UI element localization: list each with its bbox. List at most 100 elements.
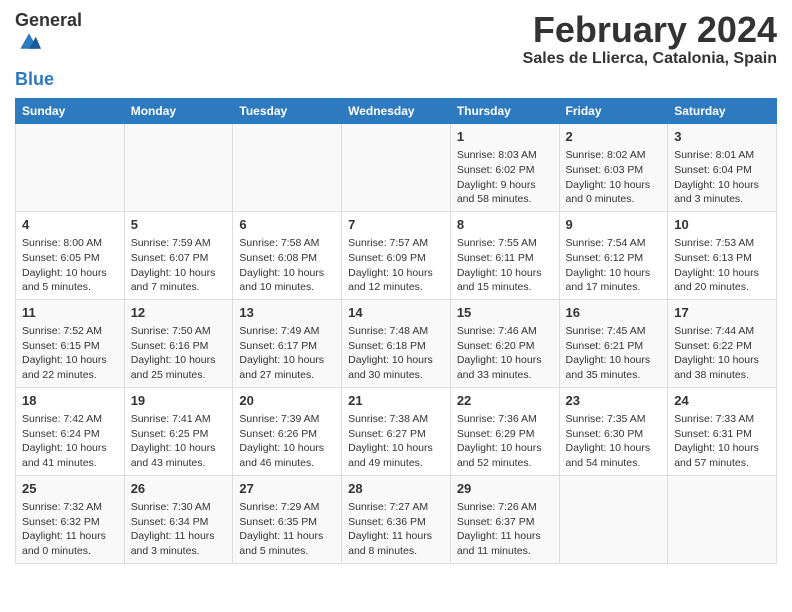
day-number: 16	[566, 304, 662, 322]
calendar-cell	[124, 124, 233, 212]
day-number: 15	[457, 304, 553, 322]
day-number: 9	[566, 216, 662, 234]
day-number: 21	[348, 392, 444, 410]
day-info: Sunrise: 7:33 AM Sunset: 6:31 PM Dayligh…	[674, 412, 770, 471]
calendar-cell: 5 Sunrise: 7:59 AM Sunset: 6:07 PM Daylig…	[124, 211, 233, 299]
day-number: 3	[674, 128, 770, 146]
calendar-cell: 17 Sunrise: 7:44 AM Sunset: 6:22 PM Dayli…	[668, 299, 777, 387]
day-number: 23	[566, 392, 662, 410]
day-info: Sunrise: 7:49 AM Sunset: 6:17 PM Dayligh…	[239, 324, 335, 383]
column-header-saturday: Saturday	[668, 99, 777, 124]
day-number: 11	[22, 304, 118, 322]
subtitle: Sales de Llierca, Catalonia, Spain	[523, 50, 777, 68]
day-info: Sunrise: 7:27 AM Sunset: 6:36 PM Dayligh…	[348, 500, 444, 559]
day-info: Sunrise: 7:36 AM Sunset: 6:29 PM Dayligh…	[457, 412, 553, 471]
day-number: 6	[239, 216, 335, 234]
day-number: 19	[131, 392, 227, 410]
day-number: 20	[239, 392, 335, 410]
calendar-cell	[233, 124, 342, 212]
calendar-cell: 1 Sunrise: 8:03 AM Sunset: 6:02 PM Daylig…	[450, 124, 559, 212]
day-number: 2	[566, 128, 662, 146]
day-number: 17	[674, 304, 770, 322]
day-info: Sunrise: 7:45 AM Sunset: 6:21 PM Dayligh…	[566, 324, 662, 383]
calendar-cell	[16, 124, 125, 212]
calendar-cell: 26 Sunrise: 7:30 AM Sunset: 6:34 PM Dayli…	[124, 475, 233, 563]
day-number: 10	[674, 216, 770, 234]
calendar-cell: 10Sunrise: 7:53 AM Sunset: 6:13 PM Dayli…	[668, 211, 777, 299]
page-header: General Blue February 2024 Sales de Llie…	[15, 10, 777, 90]
column-header-tuesday: Tuesday	[233, 99, 342, 124]
column-header-wednesday: Wednesday	[342, 99, 451, 124]
day-number: 25	[22, 480, 118, 498]
day-info: Sunrise: 7:57 AM Sunset: 6:09 PM Dayligh…	[348, 236, 444, 295]
day-number: 13	[239, 304, 335, 322]
day-info: Sunrise: 7:54 AM Sunset: 6:12 PM Dayligh…	[566, 236, 662, 295]
calendar-week-row: 18Sunrise: 7:42 AM Sunset: 6:24 PM Dayli…	[16, 387, 777, 475]
calendar-cell: 20 Sunrise: 7:39 AM Sunset: 6:26 PM Dayli…	[233, 387, 342, 475]
calendar-week-row: 11 Sunrise: 7:52 AM Sunset: 6:15 PM Dayli…	[16, 299, 777, 387]
calendar-cell: 15Sunrise: 7:46 AM Sunset: 6:20 PM Dayli…	[450, 299, 559, 387]
day-number: 4	[22, 216, 118, 234]
day-info: Sunrise: 7:52 AM Sunset: 6:15 PM Dayligh…	[22, 324, 118, 383]
day-number: 29	[457, 480, 553, 498]
calendar-cell: 9 Sunrise: 7:54 AM Sunset: 6:12 PM Daylig…	[559, 211, 668, 299]
calendar-cell: 19Sunrise: 7:41 AM Sunset: 6:25 PM Dayli…	[124, 387, 233, 475]
calendar-cell: 23 Sunrise: 7:35 AM Sunset: 6:30 PM Dayli…	[559, 387, 668, 475]
calendar-cell: 12Sunrise: 7:50 AM Sunset: 6:16 PM Dayli…	[124, 299, 233, 387]
day-info: Sunrise: 7:32 AM Sunset: 6:32 PM Dayligh…	[22, 500, 118, 559]
day-number: 27	[239, 480, 335, 498]
day-number: 5	[131, 216, 227, 234]
calendar-cell: 24Sunrise: 7:33 AM Sunset: 6:31 PM Dayli…	[668, 387, 777, 475]
day-info: Sunrise: 7:59 AM Sunset: 6:07 PM Dayligh…	[131, 236, 227, 295]
day-number: 7	[348, 216, 444, 234]
calendar-week-row: 25 Sunrise: 7:32 AM Sunset: 6:32 PM Dayli…	[16, 475, 777, 563]
calendar-cell: 11 Sunrise: 7:52 AM Sunset: 6:15 PM Dayli…	[16, 299, 125, 387]
day-number: 14	[348, 304, 444, 322]
calendar-header-row: SundayMondayTuesdayWednesdayThursdayFrid…	[16, 99, 777, 124]
day-info: Sunrise: 8:00 AM Sunset: 6:05 PM Dayligh…	[22, 236, 118, 295]
calendar-week-row: 4 Sunrise: 8:00 AM Sunset: 6:05 PM Daylig…	[16, 211, 777, 299]
calendar-cell: 3 Sunrise: 8:01 AM Sunset: 6:04 PM Daylig…	[668, 124, 777, 212]
column-header-friday: Friday	[559, 99, 668, 124]
calendar-cell: 21 Sunrise: 7:38 AM Sunset: 6:27 PM Dayli…	[342, 387, 451, 475]
day-info: Sunrise: 7:39 AM Sunset: 6:26 PM Dayligh…	[239, 412, 335, 471]
day-number: 22	[457, 392, 553, 410]
calendar-cell: 6 Sunrise: 7:58 AM Sunset: 6:08 PM Daylig…	[233, 211, 342, 299]
day-number: 28	[348, 480, 444, 498]
logo-blue: Blue	[15, 69, 54, 90]
calendar-cell: 25 Sunrise: 7:32 AM Sunset: 6:32 PM Dayli…	[16, 475, 125, 563]
day-number: 12	[131, 304, 227, 322]
day-info: Sunrise: 7:38 AM Sunset: 6:27 PM Dayligh…	[348, 412, 444, 471]
calendar-cell: 8 Sunrise: 7:55 AM Sunset: 6:11 PM Daylig…	[450, 211, 559, 299]
calendar-cell: 14 Sunrise: 7:48 AM Sunset: 6:18 PM Dayli…	[342, 299, 451, 387]
day-info: Sunrise: 8:02 AM Sunset: 6:03 PM Dayligh…	[566, 148, 662, 207]
day-info: Sunrise: 7:35 AM Sunset: 6:30 PM Dayligh…	[566, 412, 662, 471]
calendar-cell: 29Sunrise: 7:26 AM Sunset: 6:37 PM Dayli…	[450, 475, 559, 563]
calendar-cell: 16 Sunrise: 7:45 AM Sunset: 6:21 PM Dayli…	[559, 299, 668, 387]
title-area: February 2024 Sales de Llierca, Cataloni…	[523, 10, 777, 68]
logo-icon	[17, 31, 41, 51]
day-info: Sunrise: 7:42 AM Sunset: 6:24 PM Dayligh…	[22, 412, 118, 471]
day-info: Sunrise: 8:01 AM Sunset: 6:04 PM Dayligh…	[674, 148, 770, 207]
column-header-sunday: Sunday	[16, 99, 125, 124]
main-title: February 2024	[523, 10, 777, 50]
calendar-cell	[559, 475, 668, 563]
calendar-week-row: 1 Sunrise: 8:03 AM Sunset: 6:02 PM Daylig…	[16, 124, 777, 212]
day-info: Sunrise: 8:03 AM Sunset: 6:02 PM Dayligh…	[457, 148, 553, 207]
calendar-cell	[668, 475, 777, 563]
column-header-monday: Monday	[124, 99, 233, 124]
logo-general: General	[15, 10, 82, 31]
day-info: Sunrise: 7:30 AM Sunset: 6:34 PM Dayligh…	[131, 500, 227, 559]
day-info: Sunrise: 7:29 AM Sunset: 6:35 PM Dayligh…	[239, 500, 335, 559]
day-info: Sunrise: 7:48 AM Sunset: 6:18 PM Dayligh…	[348, 324, 444, 383]
day-number: 8	[457, 216, 553, 234]
day-info: Sunrise: 7:44 AM Sunset: 6:22 PM Dayligh…	[674, 324, 770, 383]
calendar-cell: 22 Sunrise: 7:36 AM Sunset: 6:29 PM Dayli…	[450, 387, 559, 475]
calendar-cell	[342, 124, 451, 212]
calendar-cell: 27 Sunrise: 7:29 AM Sunset: 6:35 PM Dayli…	[233, 475, 342, 563]
calendar-cell: 7 Sunrise: 7:57 AM Sunset: 6:09 PM Daylig…	[342, 211, 451, 299]
day-info: Sunrise: 7:58 AM Sunset: 6:08 PM Dayligh…	[239, 236, 335, 295]
day-number: 26	[131, 480, 227, 498]
day-info: Sunrise: 7:55 AM Sunset: 6:11 PM Dayligh…	[457, 236, 553, 295]
day-number: 1	[457, 128, 553, 146]
